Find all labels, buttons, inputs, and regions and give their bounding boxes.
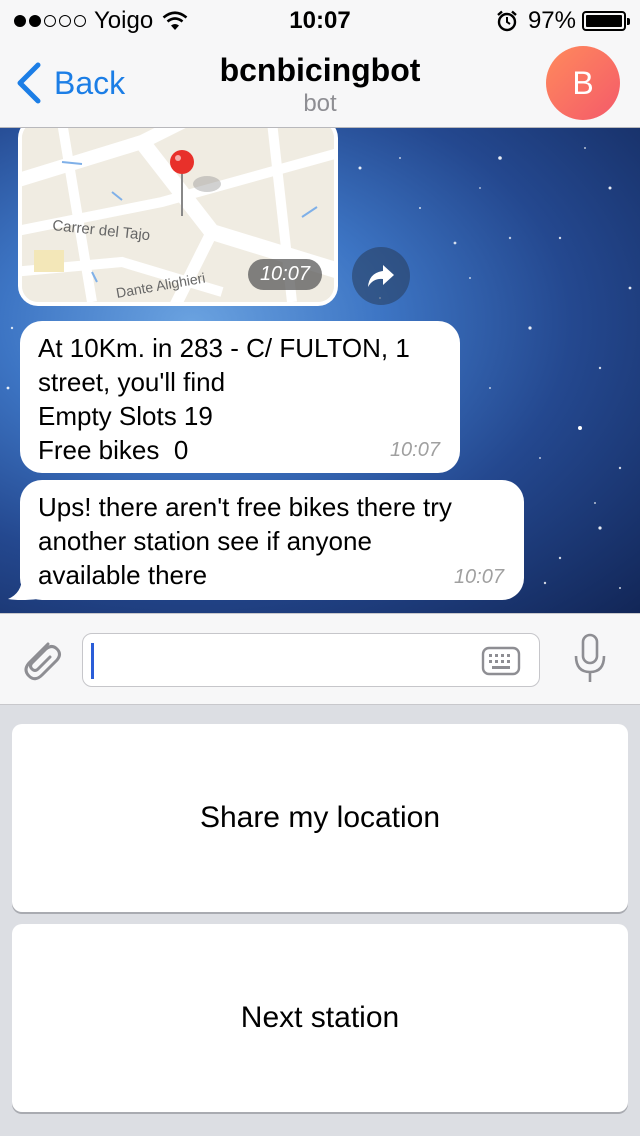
chat-area[interactable]: Carrer del Tajo Dante Alighieri 10:07 At… (0, 128, 640, 613)
battery-percent: 97% (527, 7, 576, 34)
message-text-line: Ups! there aren't free bikes there try (38, 492, 452, 522)
message-input-bar (0, 613, 640, 705)
message-text-line: At 10Km. in 283 - C/ FULTON, 1 (38, 333, 410, 363)
status-right: 97% (496, 7, 630, 35)
message-text-line: another station see if anyone (38, 526, 372, 556)
message-time: 10:07 (453, 566, 504, 588)
alarm-icon (497, 10, 517, 32)
next-station-button[interactable]: Next station (12, 924, 628, 1112)
location-message[interactable]: Carrer del Tajo Dante Alighieri 10:07 (18, 128, 338, 306)
message-bubble[interactable]: At 10Km. in 283 - C/ FULTON, 1 street, y… (20, 321, 460, 473)
share-location-button[interactable]: Share my location (12, 724, 628, 912)
microphone-icon[interactable] (572, 632, 608, 686)
message-text-line: Free bikes 0 (38, 435, 189, 465)
status-bar: Yoigo 10:07 97% (0, 0, 640, 40)
message-text-line: street, you'll find (38, 367, 226, 397)
text-cursor (91, 643, 94, 679)
chat-title: bcnbicingbot (219, 52, 421, 88)
message-bubble[interactable]: Ups! there aren't free bikes there try a… (20, 480, 524, 600)
forward-button[interactable] (352, 247, 410, 305)
battery-icon (582, 11, 630, 31)
chat-subtitle: bot (303, 90, 337, 117)
map-thumbnail[interactable]: Carrer del Tajo Dante Alighieri 10:07 (22, 128, 334, 302)
message-text-line: available there (38, 560, 208, 590)
share-arrow-icon (368, 265, 394, 287)
keyboard-icon[interactable] (481, 646, 521, 676)
message-time: 10:07 (247, 259, 322, 290)
paperclip-icon[interactable] (18, 634, 62, 684)
message-text-line: Empty Slots 19 (38, 401, 213, 431)
bot-reply-keyboard: Share my location Next station (0, 705, 640, 1136)
navigation-bar: Back bcnbicingbot bot B (0, 40, 640, 128)
message-time: 10:07 (389, 439, 440, 461)
avatar[interactable]: B (546, 46, 620, 120)
message-input[interactable] (82, 633, 540, 687)
